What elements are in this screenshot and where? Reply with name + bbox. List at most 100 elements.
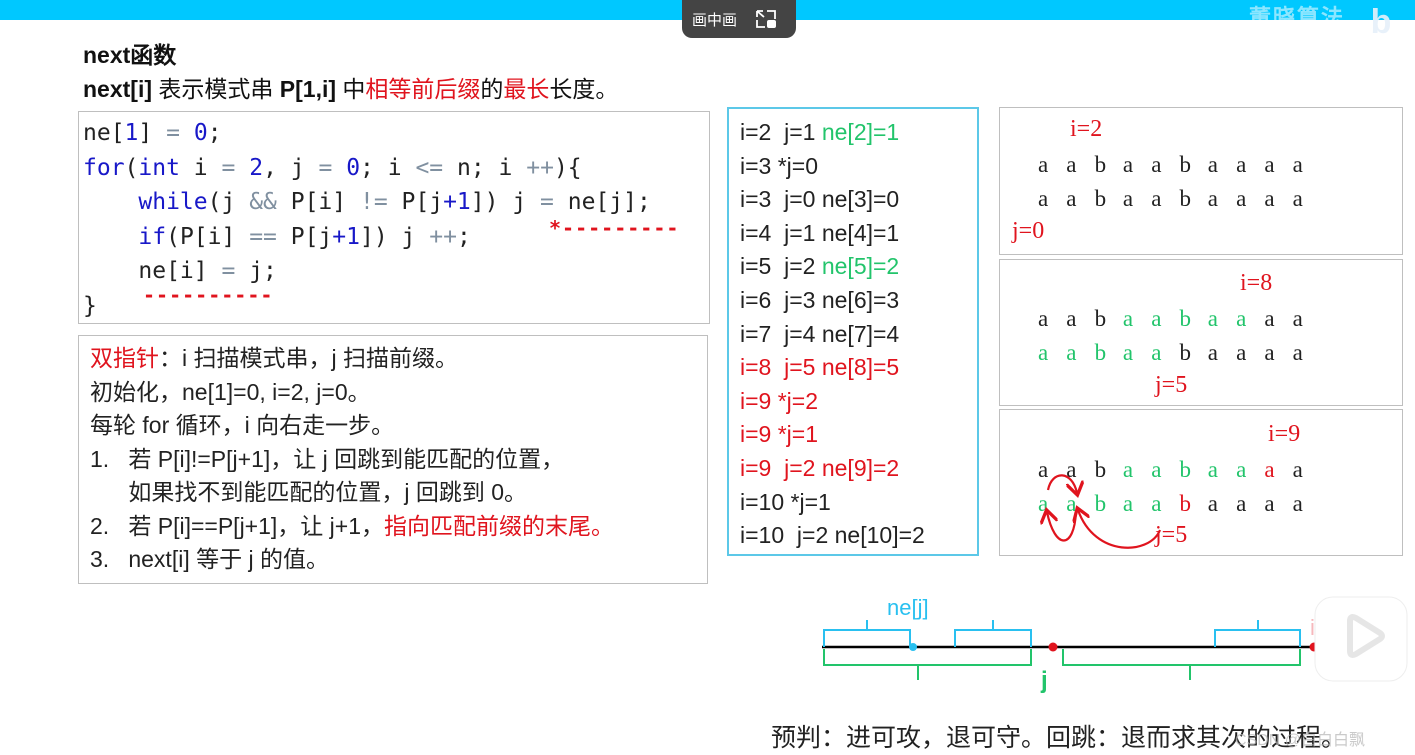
page-subtitle: next[i] 表示模式串 P[1,i] 中相等前后缀的最长长度。 xyxy=(83,70,618,104)
trace-state: i=3 j=0 xyxy=(740,186,822,213)
trace-row: i=3 j=0 ne[3]=0 xyxy=(740,183,977,217)
pattern-char: a xyxy=(1038,306,1049,331)
pattern-char: b xyxy=(1094,152,1107,177)
trace-ne-value: ne[9]=2 xyxy=(821,454,900,481)
pattern-char: a xyxy=(1264,186,1275,211)
pattern-char: b xyxy=(1094,306,1107,331)
bilibili-logo-icon: b xyxy=(1370,3,1392,41)
pattern-char: a xyxy=(1151,186,1162,211)
pattern-char: a xyxy=(1151,152,1162,177)
subtitle-highlight: 最长 xyxy=(503,76,550,102)
pattern-char: b xyxy=(1179,186,1191,211)
note-highlight: 双指针 xyxy=(90,345,159,371)
trace-state: i=4 j=1 xyxy=(740,219,822,246)
pattern-char: b xyxy=(1179,306,1191,331)
green-brace-right xyxy=(1062,649,1301,680)
trace-row: i=10 *j=1 xyxy=(740,486,977,520)
pattern-char: a xyxy=(1038,340,1049,365)
pattern-char: a xyxy=(1122,340,1134,365)
trace-state: i=6 j=3 xyxy=(740,286,822,313)
ne-j-label: ne[j] xyxy=(887,595,929,620)
pattern-row-bottom: aabaabaaaa xyxy=(1038,186,1321,212)
ne-j-point xyxy=(909,643,917,651)
i-label: i=2 xyxy=(1070,116,1103,142)
example-panel-i8: i=8 aabaabaaaa aabaabaaaa j=5 xyxy=(999,259,1403,406)
example-panel-i9: i=9 aabaabaaaa aabaabaaaa j=5 xyxy=(999,409,1403,556)
note-text: ：i 扫描模式串，j 扫描前缀。 xyxy=(159,345,458,371)
trace-state: i=9 *j=2 xyxy=(740,387,819,414)
trace-row: i=10 j=2 ne[10]=2 xyxy=(740,519,977,553)
pattern-char: a xyxy=(1207,186,1218,211)
arrow-j-to-ne xyxy=(1078,510,1162,549)
note-line: 2. 若 P[i]==P[j+1]，让 j+1，指向匹配前缀的末尾。 xyxy=(90,510,707,544)
explanation-notes: 双指针：i 扫描模式串，j 扫描前缀。 初始化，ne[1]=0, i=2, j=… xyxy=(78,335,708,584)
trace-state: i=3 *j=0 xyxy=(740,152,819,179)
i-label: i=8 xyxy=(1240,270,1273,296)
trace-ne-value: ne[3]=0 xyxy=(821,186,900,213)
j-point xyxy=(1048,642,1058,652)
pattern-char: a xyxy=(1292,340,1303,365)
pattern-char: a xyxy=(1207,152,1218,177)
example-panel-i2: i=2 aabaabaaaa aabaabaaaa j=0 xyxy=(999,107,1403,255)
trace-row: i=9 *j=2 xyxy=(740,385,977,419)
pattern-char: a xyxy=(1292,152,1303,177)
pip-label: 画中画 xyxy=(692,11,738,29)
pattern-char: a xyxy=(1122,306,1134,331)
prefix-suffix-diagram: ne[j] j i xyxy=(822,595,1319,694)
subtitle-highlight: 相等前后缀 xyxy=(365,76,481,102)
trace-ne-value: ne[5]=2 xyxy=(821,253,900,280)
trace-ne-value: ne[8]=5 xyxy=(821,354,900,381)
pattern-char: a xyxy=(1292,186,1303,211)
cyan-brace-mid xyxy=(954,620,1032,647)
pattern-char: a xyxy=(1207,340,1218,365)
trace-state: i=8 j=5 xyxy=(740,354,822,381)
note-line: 1. 若 P[i]!=P[j+1]，让 j 回跳到能匹配的位置， xyxy=(90,445,565,472)
trace-row: i=5 j=2 ne[5]=2 xyxy=(740,250,977,284)
trace-ne-value: ne[2]=1 xyxy=(821,119,900,145)
pattern-char: a xyxy=(1236,186,1247,211)
cyan-brace-prefix xyxy=(823,620,911,647)
brand-text: 董晓算法 xyxy=(1248,5,1345,20)
note-line: 初始化，ne[1]=0, i=2, j=0。 xyxy=(90,378,371,405)
note-line: 双指针：i 扫描模式串，j 扫描前缀。 xyxy=(90,342,707,376)
pattern-row-top: aabaabaaaa xyxy=(1038,306,1321,332)
trace-row: i=6 j=3 ne[6]=3 xyxy=(740,284,977,318)
pattern-row-top: aabaabaaaa xyxy=(1038,152,1321,178)
j-label: j=0 xyxy=(1012,218,1045,244)
trace-row: i=7 j=4 ne[7]=4 xyxy=(740,318,977,352)
picture-in-picture-button[interactable]: 画中画 xyxy=(682,0,796,38)
pattern-char: a xyxy=(1151,340,1162,365)
pattern-row-bottom: aabaabaaaa xyxy=(1038,340,1321,366)
j-label: j=5 xyxy=(1155,372,1188,398)
trace-row: i=2 j=1 ne[2]=1 xyxy=(740,116,977,150)
trace-row: i=8 j=5 ne[8]=5 xyxy=(740,351,977,385)
pattern-char: b xyxy=(1094,186,1107,211)
pattern-char: a xyxy=(1264,306,1275,331)
subtitle-text: 长度。 xyxy=(549,76,619,102)
trace-ne-value: ne[7]=4 xyxy=(821,320,900,347)
pattern-char: b xyxy=(1179,152,1191,177)
pip-exit-icon xyxy=(755,9,777,29)
watermark: CSDN @白白白飘 xyxy=(1235,732,1366,749)
code-line: ne[1] = 0; xyxy=(83,120,222,146)
trace-row: i=4 j=1 ne[4]=1 xyxy=(740,217,977,251)
note-text: 2. 若 P[i]==P[j+1]，让 j+1， xyxy=(90,512,385,539)
pattern-char: a xyxy=(1207,306,1218,331)
code-block: ne[1] = 0; for(int i = 2, j = 0; i <= n; … xyxy=(78,111,710,324)
pattern-char: a xyxy=(1264,152,1275,177)
code-annotation-dash: ---------- xyxy=(143,283,274,307)
note-line: 每轮 for 循环，i 向右走一步。 xyxy=(90,412,395,438)
note-line: 如果找不到能匹配的位置，j 回跳到 0。 xyxy=(90,479,528,505)
trace-state: i=10 *j=1 xyxy=(740,488,831,515)
subtitle-text: 的 xyxy=(480,76,504,102)
video-play-icon[interactable] xyxy=(1312,585,1412,685)
green-brace-left xyxy=(823,649,1032,680)
trace-ne-value: ne[6]=3 xyxy=(821,286,900,313)
code-line: for(int i = 2, j = 0; i <= n; i ++){ xyxy=(83,154,582,181)
pattern-char: a xyxy=(1122,186,1134,211)
pattern-char: a xyxy=(1066,186,1077,211)
pattern-char: a xyxy=(1236,340,1247,365)
page-title: next函数 xyxy=(83,42,177,68)
pattern-char: a xyxy=(1038,186,1049,211)
code-line: while(j && P[i] != P[j+1]) j = ne[j]; xyxy=(138,189,651,215)
